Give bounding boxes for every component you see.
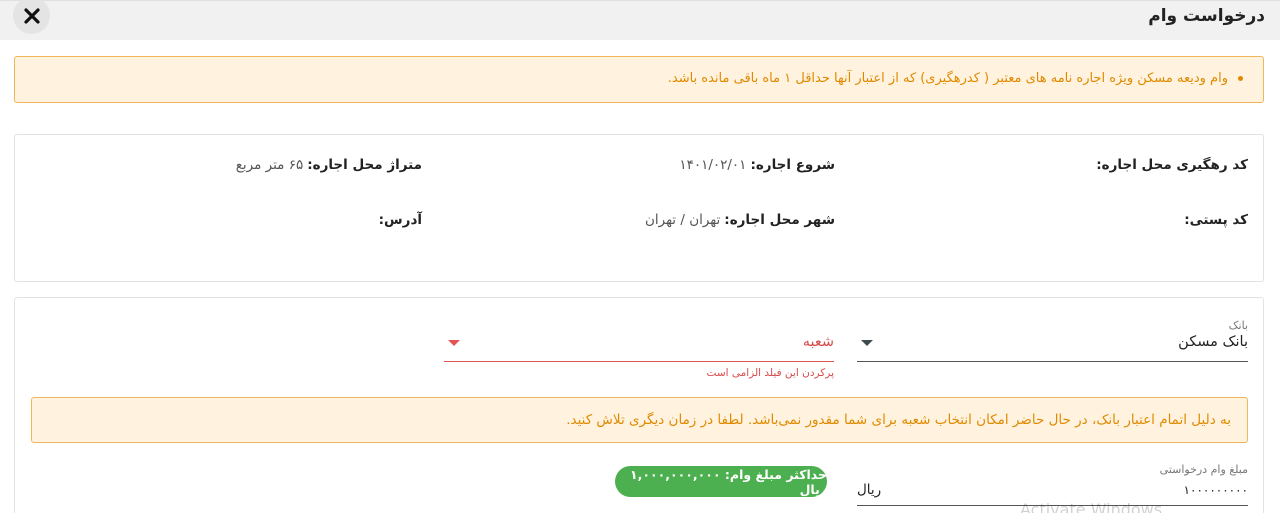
- chevron-down-icon: [861, 340, 873, 346]
- bank-credit-notice-text: به دلیل اتمام اعتبار بانک، در حال حاضر ا…: [566, 412, 1231, 428]
- rent-city-label: شهر محل اجاره:: [724, 212, 835, 228]
- chevron-down-icon: [448, 340, 460, 346]
- tracking-code-label: کد رهگیری محل اجاره:: [1096, 157, 1248, 173]
- rental-info-card: [14, 134, 1264, 282]
- rent-area-label: متراژ محل اجاره:: [307, 157, 422, 173]
- dialog-title: درخواست وام: [1148, 6, 1265, 26]
- rent-area-info: متراژ محل اجاره:۶۵ متر مربع: [236, 157, 422, 173]
- branch-select[interactable]: شعبه: [444, 334, 834, 362]
- tracking-code-info: کد رهگیری محل اجاره:: [1092, 157, 1248, 173]
- rent-loan-notice-text: وام ودیعه مسکن ویژه اجاره نامه های معتبر…: [667, 71, 1228, 86]
- bank-credit-notice: به دلیل اتمام اعتبار بانک، در حال حاضر ا…: [31, 397, 1248, 443]
- max-amount-badge: حداکثر مبلغ وام: ۱,۰۰۰,۰۰۰,۰۰۰ ریال: [615, 466, 827, 497]
- close-button[interactable]: [13, 0, 50, 34]
- branch-error-text: پرکردن این فیلد الزامی است: [706, 367, 834, 379]
- rent-city-info: شهر محل اجاره:تهران / تهران: [645, 212, 835, 228]
- address-label: آدرس:: [378, 212, 422, 228]
- loan-amount-value: ۱۰۰۰۰۰۰۰۰۰: [1183, 483, 1248, 497]
- bank-select[interactable]: بانک مسکن: [857, 334, 1248, 362]
- rent-loan-notice: وام ودیعه مسکن ویژه اجاره نامه های معتبر…: [14, 56, 1264, 103]
- bank-select-value: بانک مسکن: [1178, 334, 1248, 350]
- rent-start-info: شروع اجاره:۱۴۰۱/۰۲/۰۱: [679, 157, 835, 173]
- postal-code-info: کد پستی:: [1180, 212, 1248, 228]
- postal-code-label: کد پستی:: [1184, 212, 1248, 228]
- bank-field-label: بانک: [1228, 319, 1248, 332]
- bullet-icon: [1238, 76, 1243, 81]
- close-icon: [23, 7, 40, 24]
- loan-amount-unit: ریال: [857, 482, 882, 498]
- rent-city-value: تهران / تهران: [644, 212, 721, 228]
- rent-area-value: ۶۵ متر مربع: [235, 157, 304, 173]
- activate-windows-watermark: Activate Windows: [1020, 500, 1163, 513]
- address-info: آدرس:: [375, 212, 422, 228]
- rent-start-label: شروع اجاره:: [750, 157, 835, 173]
- dialog-header: درخواست وام: [0, 0, 1280, 40]
- branch-select-placeholder: شعبه: [802, 334, 834, 350]
- amount-field-label: مبلغ وام درخواستی: [1159, 463, 1248, 476]
- rent-start-value: ۱۴۰۱/۰۲/۰۱: [679, 157, 747, 173]
- max-amount-text: حداکثر مبلغ وام: ۱,۰۰۰,۰۰۰,۰۰۰ ریال: [630, 466, 827, 497]
